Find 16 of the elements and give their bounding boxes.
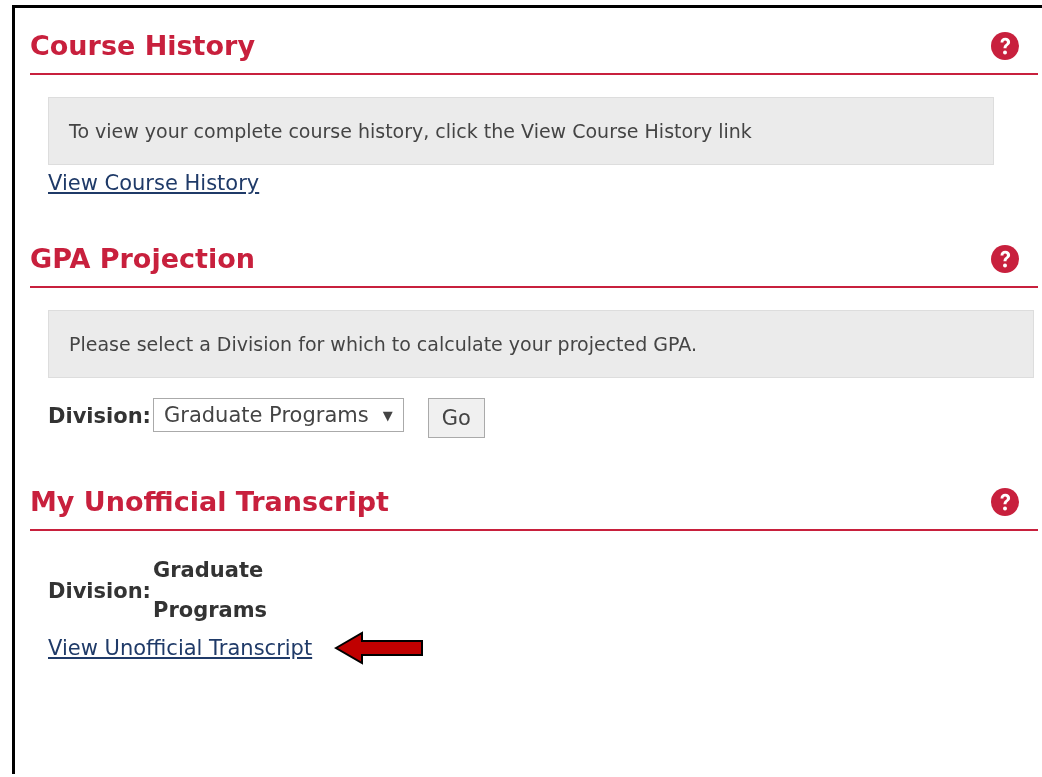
division-select[interactable]: Graduate Programs ▼ — [153, 398, 404, 432]
section-heading: Course History — [30, 30, 255, 61]
section-heading: GPA Projection — [30, 243, 255, 274]
course-history-link[interactable]: View Course History — [48, 171, 260, 195]
go-button[interactable]: Go — [427, 398, 485, 438]
transcript-link[interactable]: View Unofficial Transcript — [48, 635, 313, 660]
info-message: To view your complete course history, click the View Course History link — [48, 97, 994, 165]
section-heading: My Unofficial Transcript — [30, 486, 389, 517]
help-icon[interactable] — [990, 486, 1020, 517]
division-label: Division: — [48, 403, 151, 428]
arrow-icon — [334, 630, 425, 665]
division-value: Graduate Programs — [153, 557, 269, 624]
help-icon[interactable] — [990, 30, 1020, 61]
info-message: Please select a Division for which to calculate your projected GPA. — [48, 310, 1034, 378]
division-label: Division: — [48, 578, 151, 603]
help-icon[interactable] — [990, 243, 1020, 274]
